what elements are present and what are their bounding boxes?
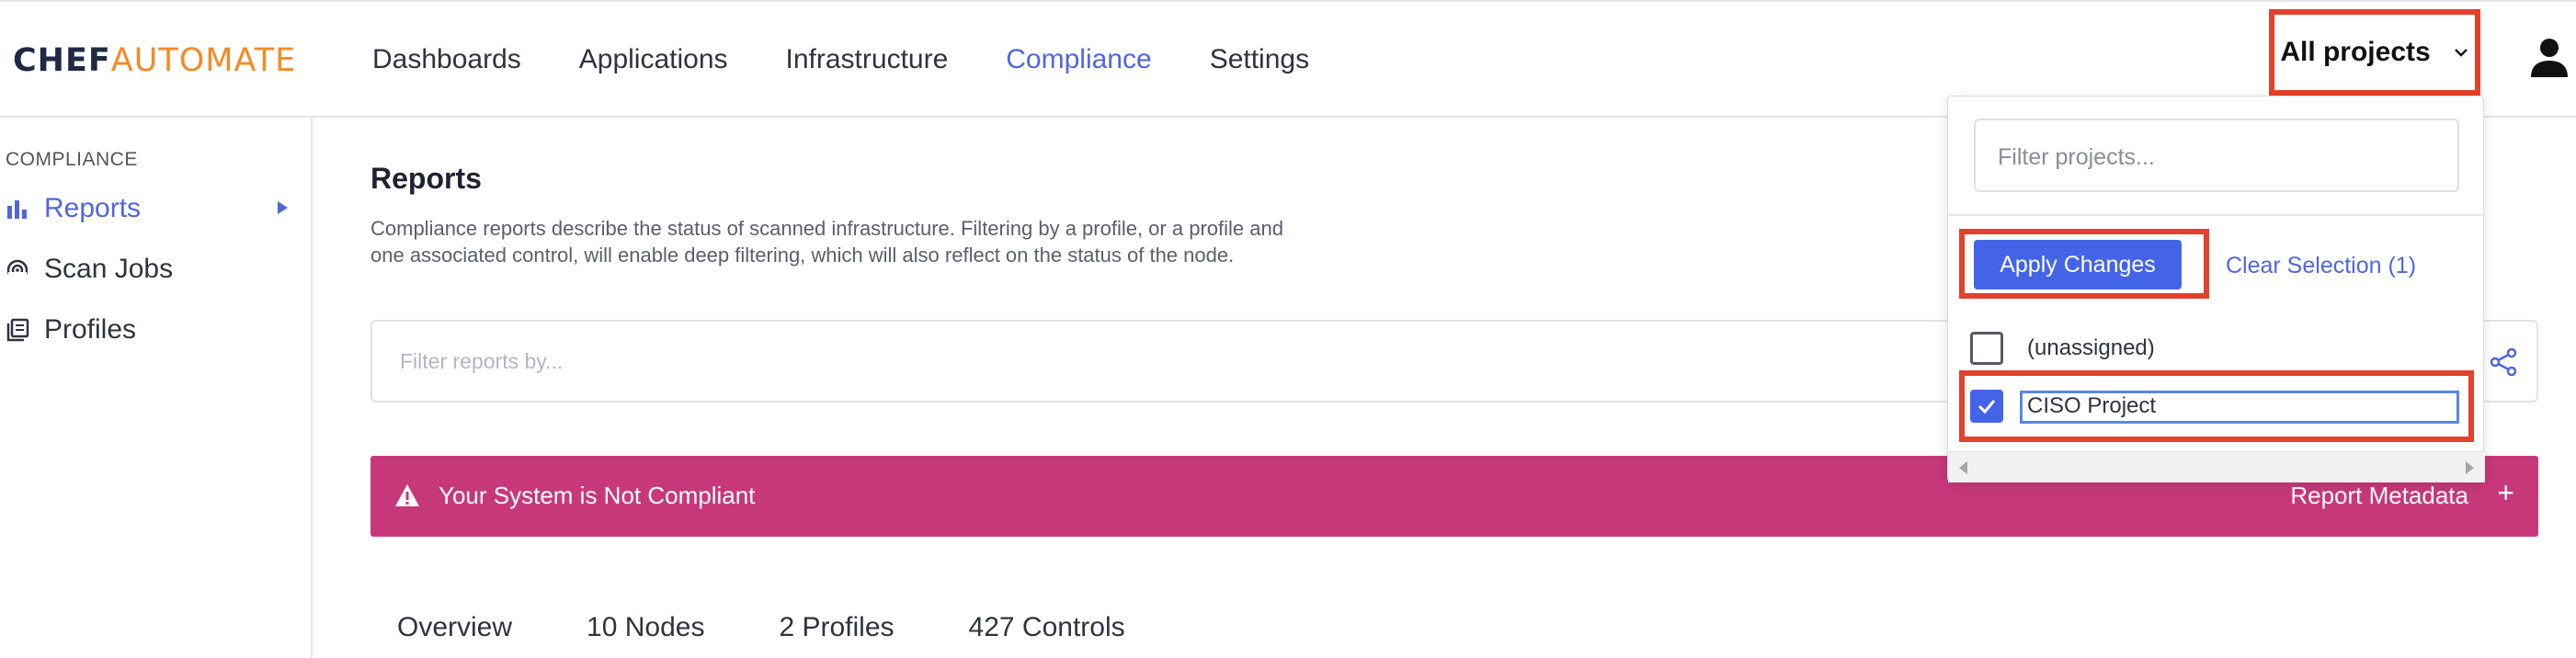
all-projects-button[interactable]: All projects <box>2269 9 2480 96</box>
page-title: Reports <box>370 162 482 195</box>
filter-placeholder: Filter reports by... <box>400 349 564 373</box>
projects-dropdown: Filter projects... Apply Changes Clear S… <box>1947 96 2485 482</box>
sidebar-item-label: Scan Jobs <box>44 254 174 284</box>
bar-chart-icon <box>7 200 27 219</box>
project-option-label: (unassigned) <box>2027 335 2155 360</box>
apply-highlight: Apply Changes <box>1959 229 2209 299</box>
sidebar-heading: COMPLIANCE <box>6 149 138 170</box>
sidebar-item-label: Reports <box>44 193 142 223</box>
chef-automate-logo[interactable]: CHEFAUTOMATE <box>13 42 296 79</box>
checked-checkbox-icon[interactable] <box>1970 390 2003 423</box>
scroll-right-arrow-icon[interactable] <box>2466 461 2474 474</box>
logo-part-automate: AUTOMATE <box>110 42 297 79</box>
warning-icon <box>395 484 419 506</box>
expand-metadata-button[interactable]: + <box>2497 476 2514 510</box>
filter-projects-placeholder: Filter projects... <box>1998 144 2155 170</box>
page-description: Compliance reports describe the status o… <box>370 215 1419 268</box>
nav-compliance[interactable]: Compliance <box>1006 44 1151 75</box>
unchecked-checkbox-icon[interactable] <box>1970 332 2003 365</box>
description-line: Compliance reports describe the status o… <box>370 217 1283 240</box>
tab-overview[interactable]: Overview <box>397 612 512 643</box>
sidebar-item-label: Profiles <box>44 314 137 345</box>
compliance-sidebar: COMPLIANCE Reports Scan Jobs Profiles <box>0 118 313 658</box>
horizontal-scrollbar[interactable] <box>1948 451 2485 482</box>
tab-controls[interactable]: 427 Controls <box>969 612 1125 643</box>
report-tabs: Overview 10 Nodes 2 Profiles 427 Control… <box>397 612 1125 643</box>
project-option-ciso[interactable]: CISO Project <box>1970 384 2467 428</box>
sidebar-item-profiles[interactable]: Profiles <box>6 314 300 346</box>
library-icon <box>6 318 29 342</box>
project-option-label: CISO Project <box>2027 393 2157 418</box>
tab-nodes[interactable]: 10 Nodes <box>587 612 704 643</box>
status-text: Your System is Not Compliant <box>439 482 756 509</box>
apply-changes-button[interactable]: Apply Changes <box>1974 240 2182 289</box>
description-line: one associated control, will enable deep… <box>370 244 1235 267</box>
chevron-down-icon <box>2454 49 2468 57</box>
nav-infrastructure[interactable]: Infrastructure <box>786 44 949 75</box>
radar-icon <box>6 259 28 281</box>
dropdown-divider <box>1948 214 2485 216</box>
scroll-left-arrow-icon[interactable] <box>1959 461 1967 474</box>
user-icon[interactable] <box>2530 37 2569 79</box>
clear-selection-link[interactable]: Clear Selection (1) <box>2226 253 2416 279</box>
sidebar-item-scan-jobs[interactable]: Scan Jobs <box>6 254 300 285</box>
report-metadata-link[interactable]: Report Metadata <box>2290 482 2468 510</box>
sidebar-item-reports[interactable]: Reports <box>6 193 300 224</box>
main-nav: Dashboards Applications Infrastructure C… <box>372 44 1309 75</box>
caret-right-icon <box>278 201 288 214</box>
nav-dashboards[interactable]: Dashboards <box>372 44 521 75</box>
all-projects-label: All projects <box>2280 37 2431 67</box>
nav-applications[interactable]: Applications <box>579 44 728 75</box>
logo-part-chef: CHEF <box>13 42 111 79</box>
share-icon[interactable] <box>2487 346 2520 379</box>
project-option-unassigned[interactable]: (unassigned) <box>1970 326 2467 370</box>
tab-profiles[interactable]: 2 Profiles <box>779 612 894 643</box>
nav-settings[interactable]: Settings <box>1210 44 1309 75</box>
checkmark-icon <box>1978 400 1996 414</box>
filter-projects-input[interactable]: Filter projects... <box>1974 119 2459 192</box>
